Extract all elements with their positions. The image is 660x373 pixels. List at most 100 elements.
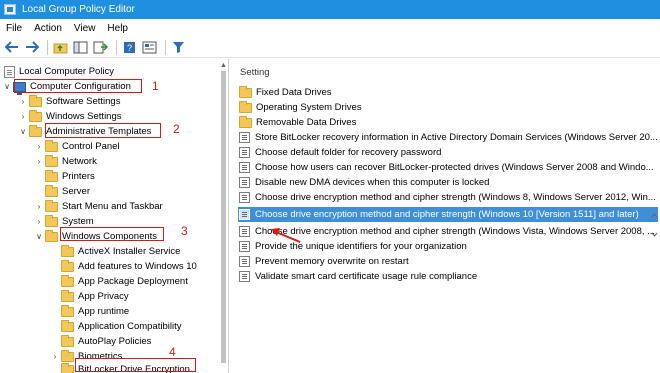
tree-item-app-privacy[interactable]: App Privacy bbox=[50, 289, 129, 304]
chevron-down-icon[interactable]: ∨ bbox=[18, 124, 28, 139]
list-item-removable-data-drives[interactable]: Removable Data Drives bbox=[238, 115, 658, 130]
folder-icon bbox=[45, 154, 58, 167]
policy-setting-icon bbox=[239, 271, 250, 282]
chevron-down-icon[interactable]: ∨ bbox=[34, 229, 44, 244]
menu-view[interactable]: View bbox=[68, 23, 102, 34]
menu-help[interactable]: Help bbox=[101, 23, 134, 34]
folder-icon bbox=[239, 85, 252, 98]
menu-file[interactable]: File bbox=[0, 23, 28, 34]
properties-icon[interactable] bbox=[141, 39, 158, 56]
tree-item-start-menu-taskbar[interactable]: › Start Menu and Taskbar bbox=[34, 199, 163, 214]
callout-number: 2 bbox=[173, 122, 180, 136]
tree-item-label: Printers bbox=[62, 171, 95, 182]
tree-item-control-panel[interactable]: › Control Panel bbox=[34, 139, 120, 154]
chevron-right-icon[interactable]: › bbox=[34, 154, 44, 169]
setting-label: Prevent memory overwrite on restart bbox=[255, 256, 409, 267]
setting-row[interactable]: Choose default folder for recovery passw… bbox=[238, 145, 658, 160]
help-icon[interactable]: ? bbox=[121, 39, 138, 56]
tree-item-add-features[interactable]: Add features to Windows 10 bbox=[50, 259, 197, 274]
menu-bar: File Action View Help bbox=[0, 19, 660, 37]
chevron-down-icon[interactable]: ∨ bbox=[2, 79, 12, 94]
tree-item-label: App runtime bbox=[78, 306, 130, 317]
console-tree: Local Computer Policy ∨ Computer Configu… bbox=[0, 59, 229, 373]
folder-icon bbox=[239, 100, 252, 113]
menu-action[interactable]: Action bbox=[28, 23, 68, 34]
tree-item-server[interactable]: Server bbox=[34, 184, 90, 199]
toolbar-separator bbox=[47, 39, 48, 55]
tree-item-printers[interactable]: Printers bbox=[34, 169, 95, 184]
setting-row[interactable]: Disable new DMA devices when this comput… bbox=[238, 175, 658, 190]
tree-item-label: Start Menu and Taskbar bbox=[62, 201, 163, 212]
setting-row-selected[interactable]: Choose drive encryption method and ciphe… bbox=[238, 207, 658, 222]
tree-item-autoplay-policies[interactable]: AutoPlay Policies bbox=[50, 334, 151, 349]
folder-icon bbox=[45, 214, 58, 227]
tree-item-activex-installer[interactable]: ActiveX Installer Service bbox=[50, 244, 180, 259]
folder-icon bbox=[45, 229, 58, 242]
tree-item-label: Server bbox=[62, 186, 90, 197]
folder-icon bbox=[61, 244, 74, 257]
chevron-right-icon[interactable]: › bbox=[18, 109, 28, 124]
show-hide-tree-icon[interactable] bbox=[72, 39, 89, 56]
column-header-setting[interactable]: Setting bbox=[240, 67, 270, 78]
tree-item-windows-settings[interactable]: › Windows Settings bbox=[18, 109, 122, 124]
tree-item-app-package-deployment[interactable]: App Package Deployment bbox=[50, 274, 188, 289]
folder-icon bbox=[45, 199, 58, 212]
tree-item-label: ActiveX Installer Service bbox=[78, 246, 181, 257]
chevron-right-icon[interactable]: › bbox=[18, 94, 28, 109]
back-icon[interactable] bbox=[3, 39, 20, 56]
folder-icon bbox=[45, 184, 58, 197]
policy-setting-icon bbox=[239, 226, 250, 237]
tree-item-label: Local Computer Policy bbox=[19, 66, 115, 77]
list-item-fixed-data-drives[interactable]: Fixed Data Drives bbox=[238, 85, 658, 100]
up-folder-icon[interactable] bbox=[52, 39, 69, 56]
list-item-operating-system-drives[interactable]: Operating System Drives bbox=[238, 100, 658, 115]
export-list-icon[interactable] bbox=[92, 39, 109, 56]
policy-document-icon bbox=[4, 65, 15, 78]
toolbar: ? bbox=[0, 37, 660, 58]
tree-item-local-computer-policy[interactable]: Local Computer Policy bbox=[4, 64, 114, 79]
tree-item-network[interactable]: › Network bbox=[34, 154, 97, 169]
setting-row[interactable]: Store BitLocker recovery information in … bbox=[238, 130, 658, 145]
tree-item-label: Control Panel bbox=[62, 141, 120, 152]
callout-number: 3 bbox=[181, 224, 188, 238]
tree-item-software-settings[interactable]: › Software Settings bbox=[18, 94, 120, 109]
policy-setting-icon bbox=[239, 177, 250, 188]
policy-setting-icon bbox=[239, 162, 250, 173]
tree-item-label: Network bbox=[62, 156, 97, 167]
settings-list-pane: Setting Fixed Data Drives Operating Syst… bbox=[234, 59, 660, 373]
setting-row[interactable]: Choose drive encryption method and ciphe… bbox=[238, 190, 658, 205]
chevron-right-icon[interactable]: › bbox=[34, 139, 44, 154]
tree-item-application-compatibility[interactable]: Application Compatibility bbox=[50, 319, 182, 334]
tree-scrollbar[interactable]: ▲ bbox=[219, 61, 228, 371]
tree-item-app-runtime[interactable]: App runtime bbox=[50, 304, 129, 319]
scroll-up-icon[interactable]: ▲ bbox=[219, 61, 228, 70]
policy-setting-icon bbox=[239, 147, 250, 158]
title-bar: Local Group Policy Editor bbox=[0, 0, 660, 19]
chevron-right-icon[interactable]: › bbox=[34, 199, 44, 214]
scrollbar-thumb[interactable] bbox=[221, 71, 226, 363]
list-item-label: Operating System Drives bbox=[256, 102, 362, 113]
folder-icon bbox=[29, 109, 42, 122]
toolbar-separator bbox=[116, 39, 117, 55]
folder-icon bbox=[45, 169, 58, 182]
setting-row[interactable]: Prevent memory overwrite on restart bbox=[238, 254, 658, 269]
settings-scrollbar[interactable] bbox=[650, 210, 659, 240]
tree-item-label: System bbox=[62, 216, 94, 227]
filter-icon[interactable] bbox=[170, 39, 187, 56]
folder-icon bbox=[61, 319, 74, 332]
setting-row[interactable]: Choose how users can recover BitLocker-p… bbox=[238, 160, 658, 175]
window-title: Local Group Policy Editor bbox=[22, 4, 135, 15]
setting-row[interactable]: Validate smart card certificate usage ru… bbox=[238, 269, 658, 284]
setting-label: Store BitLocker recovery information in … bbox=[255, 132, 658, 143]
forward-icon[interactable] bbox=[23, 39, 40, 56]
policy-setting-icon bbox=[239, 241, 250, 252]
folder-icon bbox=[61, 304, 74, 317]
chevron-right-icon[interactable]: › bbox=[34, 214, 44, 229]
tree-item-label: Software Settings bbox=[46, 96, 121, 107]
